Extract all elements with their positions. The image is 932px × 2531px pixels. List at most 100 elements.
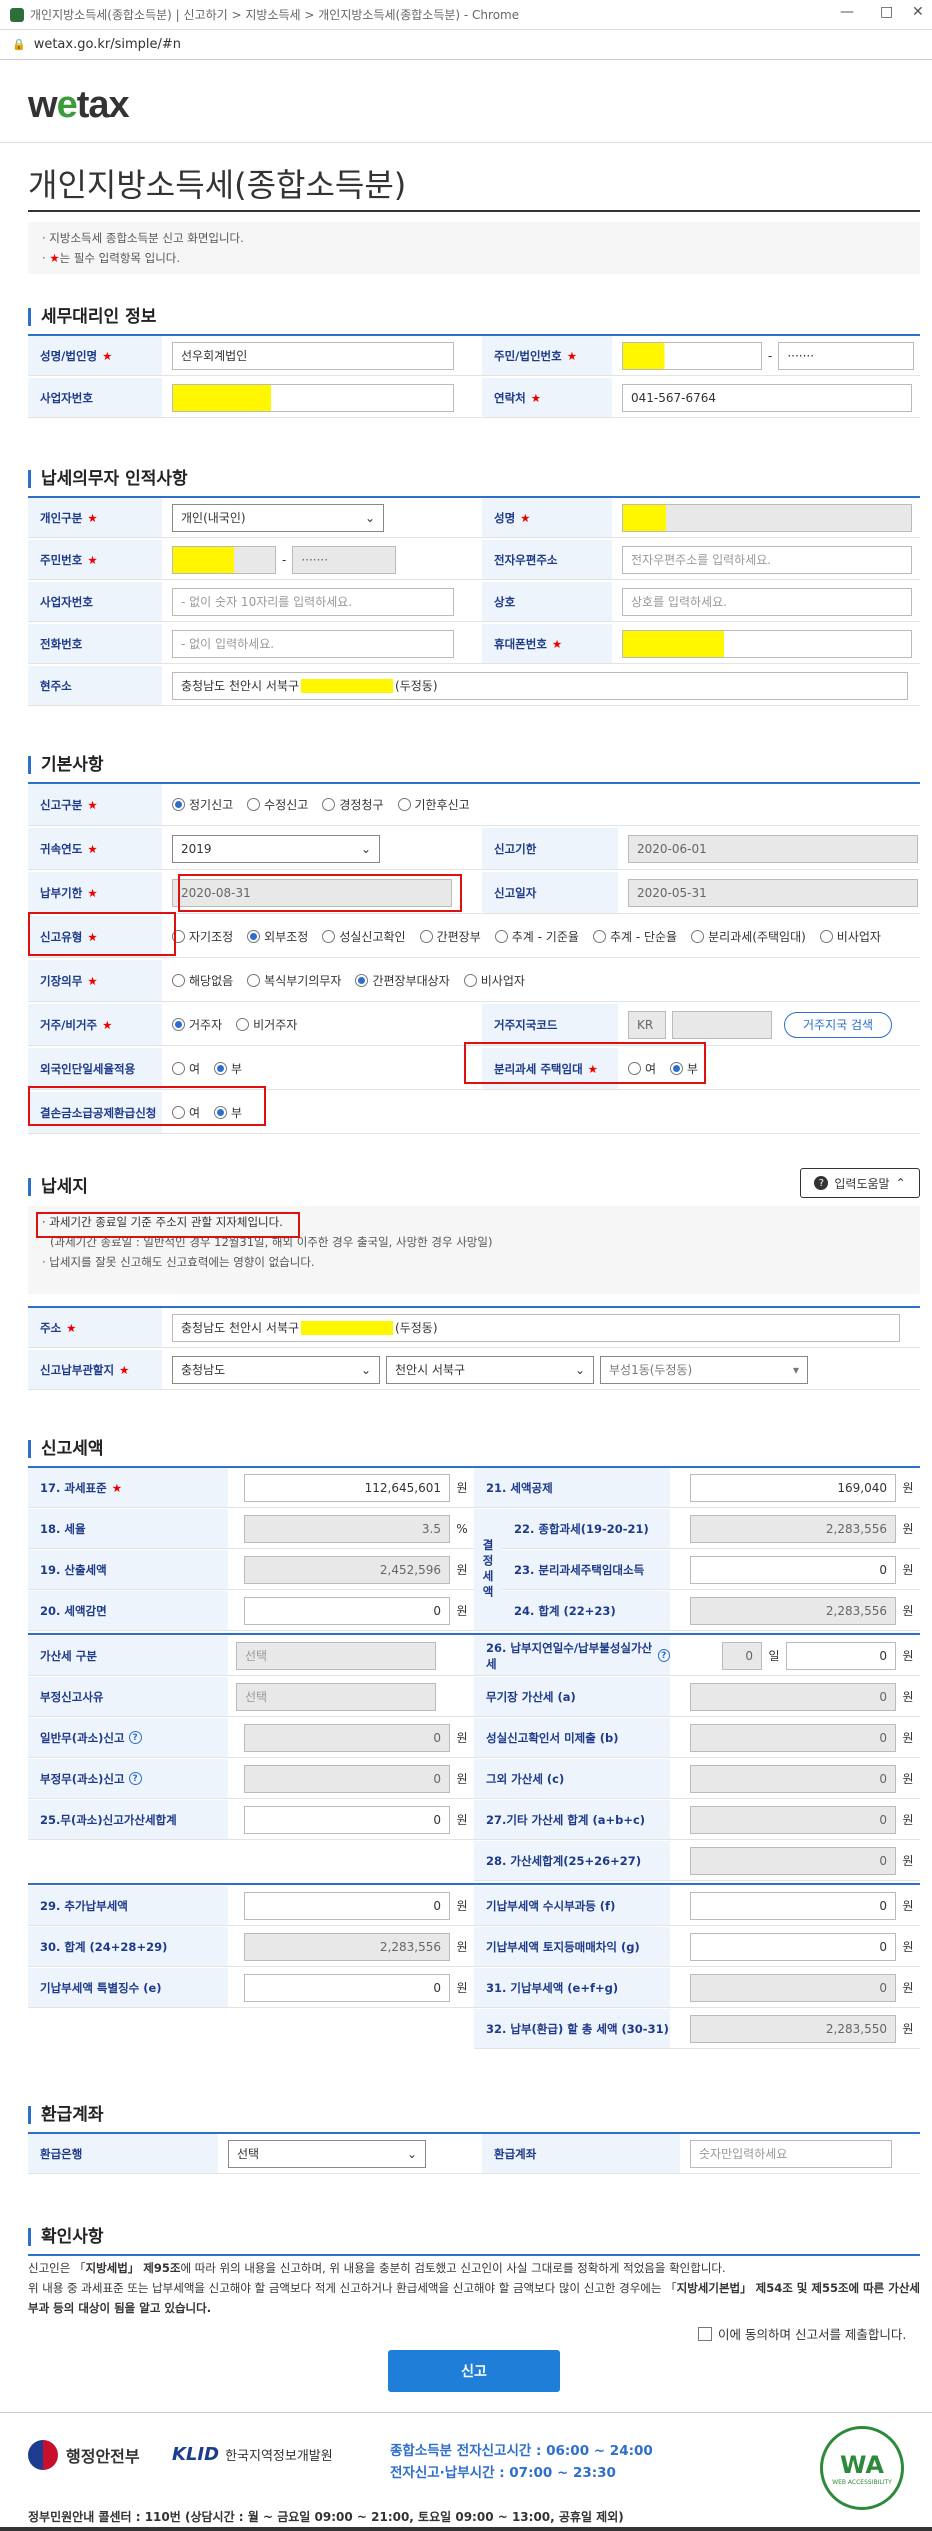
help-icon[interactable]: ? <box>128 1731 142 1744</box>
taxplace-addr-input[interactable]: 충청남도 천안시 서북구 (두정동) <box>172 1313 900 1342</box>
radio-icon[interactable] <box>247 930 261 943</box>
radio-icon[interactable] <box>236 1018 250 1031</box>
year-select[interactable]: 2019 ⌄ <box>172 834 380 863</box>
amount-r29-input[interactable]: 0 <box>244 1891 450 1920</box>
amount-reason-select[interactable]: 선택 <box>236 1682 436 1711</box>
refund-acct-input[interactable]: 숫자만입력하세요 <box>690 2139 892 2168</box>
amount-r26-days-input[interactable]: 0 <box>722 1641 762 1670</box>
taxpayer-mobile-input[interactable] <box>622 629 912 658</box>
minimize-icon[interactable]: — <box>840 4 854 20</box>
taxpayer-shop-input[interactable]: 상호를 입력하세요. <box>622 587 912 616</box>
agent-rrn-back-input[interactable]: ······· <box>778 341 915 370</box>
radio-icon[interactable] <box>172 1062 185 1075</box>
radio-icon[interactable] <box>247 974 261 987</box>
radio-icon[interactable] <box>322 930 336 943</box>
radio-icon[interactable] <box>247 798 261 811</box>
amount-r20-input[interactable]: 0 <box>244 1596 450 1625</box>
taxpayer-email-input[interactable]: 전자우편주소를 입력하세요. <box>622 545 912 574</box>
rtype-option[interactable]: 수정신고 <box>247 796 308 813</box>
amount-add_kind-select[interactable]: 선택 <box>236 1641 436 1670</box>
radio-icon[interactable] <box>355 974 369 987</box>
amount-r23-input[interactable]: 0 <box>690 1555 896 1584</box>
close-icon[interactable]: ✕ <box>912 4 924 20</box>
radio-icon[interactable] <box>172 930 185 943</box>
agree-checkbox-row[interactable]: 이에 동의하며 신고서를 제출합니다. <box>698 2324 906 2343</box>
radio-icon[interactable] <box>172 1106 185 1119</box>
radio-icon[interactable] <box>592 930 606 943</box>
taxpayer-rrn-front-input[interactable] <box>172 545 276 574</box>
loss-option[interactable]: 여 <box>172 1104 200 1121</box>
rtype-option[interactable]: 경정청구 <box>322 796 384 813</box>
sigungu-select[interactable]: 천안시 서북구 ⌄ <box>386 1355 594 1384</box>
agent-name-input[interactable]: 선우회계법인 <box>172 341 454 370</box>
agent-rrn-front-input[interactable] <box>622 341 762 370</box>
help-icon[interactable]: ? <box>128 1772 142 1785</box>
taxpayer-addr-input[interactable]: 충청남도 천안시 서북구 (두정동) <box>172 671 908 700</box>
amount-r17-input[interactable]: 112,645,601 <box>244 1473 450 1502</box>
refund-bank-select[interactable]: 선택 ⌄ <box>228 2139 426 2168</box>
sep-option[interactable]: 여 <box>628 1060 656 1077</box>
submit-button[interactable]: 신고 <box>388 2350 560 2392</box>
resid-option[interactable]: 거주자 <box>172 1016 222 1033</box>
amount-row-paid: 기납부세액 수시부과등 (f) 0 원 <box>474 1886 920 1926</box>
wetax-logo[interactable]: wetax <box>28 84 130 127</box>
taxpayer-name-input[interactable] <box>622 503 912 532</box>
foreign-option[interactable]: 여 <box>172 1060 200 1077</box>
rtype-option[interactable]: 기한후신고 <box>397 796 470 813</box>
help-button[interactable]: ? 입력도움말 ⌃ <box>800 1168 920 1198</box>
agent-phone-input[interactable]: 041-567-6764 <box>622 383 912 412</box>
radio-icon[interactable] <box>172 974 185 987</box>
dong-select[interactable]: 부성1동(두정동) ▾ <box>600 1355 808 1384</box>
rkind-option[interactable]: 분리과세(주택임대) <box>691 928 806 945</box>
rkind-option[interactable]: 간편장부 <box>419 928 481 945</box>
klid-logo[interactable]: KLID 한국지역정보개발원 <box>172 2444 333 2465</box>
amount-paid-input[interactable]: 0 <box>690 1891 896 1920</box>
rkind-option[interactable]: 성실신고확인 <box>322 928 406 945</box>
book-option[interactable]: 간편장부대상자 <box>355 972 450 989</box>
radio-icon[interactable] <box>494 930 508 943</box>
help-icon[interactable]: ? <box>657 1649 670 1662</box>
radio-icon[interactable] <box>397 798 411 811</box>
rkind-option[interactable]: 추계 - 기준율 <box>494 928 579 945</box>
taxpayer-type-select[interactable]: 개인(내국인) ⌄ <box>172 503 384 532</box>
amount-r25-input[interactable]: 0 <box>244 1805 450 1834</box>
amount-reason-value-cell: 선택 <box>228 1677 474 1716</box>
taxpayer-biz-input[interactable]: - 없이 숫자 10자리를 입력하세요. <box>172 587 454 616</box>
rkind-option[interactable]: 비사업자 <box>819 928 881 945</box>
maximize-icon[interactable]: □ <box>880 4 893 20</box>
ministry-logo[interactable]: 행정안전부 <box>28 2440 140 2470</box>
loss-option[interactable]: 부 <box>214 1104 242 1121</box>
amount-special-input[interactable]: 0 <box>244 1973 450 2002</box>
sep-option[interactable]: 부 <box>670 1060 698 1077</box>
foreign-option[interactable]: 부 <box>214 1060 242 1077</box>
radio-icon[interactable] <box>463 974 477 987</box>
book-option[interactable]: 비사업자 <box>463 972 525 989</box>
resid-option[interactable]: 비거주자 <box>236 1016 297 1033</box>
amount-r26-input[interactable]: 0 <box>786 1641 896 1670</box>
rkind-option[interactable]: 추계 - 단순율 <box>592 928 677 945</box>
radio-icon[interactable] <box>214 1106 228 1119</box>
agent-biz-input[interactable] <box>172 383 454 412</box>
address-bar[interactable]: 🔒 wetax.go.kr/simple/#n <box>0 30 932 60</box>
agree-checkbox[interactable] <box>698 2326 712 2341</box>
rkind-option[interactable]: 외부조정 <box>247 928 308 945</box>
amount-land-input[interactable]: 0 <box>690 1932 896 1961</box>
radio-icon[interactable] <box>670 1062 684 1075</box>
country-search-button[interactable]: 거주지국 검색 <box>784 1011 893 1038</box>
radio-icon[interactable] <box>322 798 336 811</box>
book-option[interactable]: 복식부기의무자 <box>247 972 341 989</box>
radio-icon[interactable] <box>691 930 705 943</box>
rtype-option[interactable]: 정기신고 <box>172 796 233 813</box>
sido-select[interactable]: 충청남도 ⌄ <box>172 1355 380 1384</box>
taxpayer-rrn-back-input[interactable]: ······· <box>292 545 397 574</box>
book-option[interactable]: 해당없음 <box>172 972 233 989</box>
radio-icon[interactable] <box>172 798 185 811</box>
radio-icon[interactable] <box>172 1018 185 1031</box>
radio-icon[interactable] <box>419 930 433 943</box>
rkind-option[interactable]: 자기조정 <box>172 928 233 945</box>
amount-r21-input[interactable]: 169,040 <box>690 1473 896 1502</box>
taxpayer-tel-input[interactable]: - 없이 입력하세요. <box>172 629 454 658</box>
radio-icon[interactable] <box>628 1062 641 1075</box>
radio-icon[interactable] <box>214 1062 228 1075</box>
radio-icon[interactable] <box>819 930 833 943</box>
